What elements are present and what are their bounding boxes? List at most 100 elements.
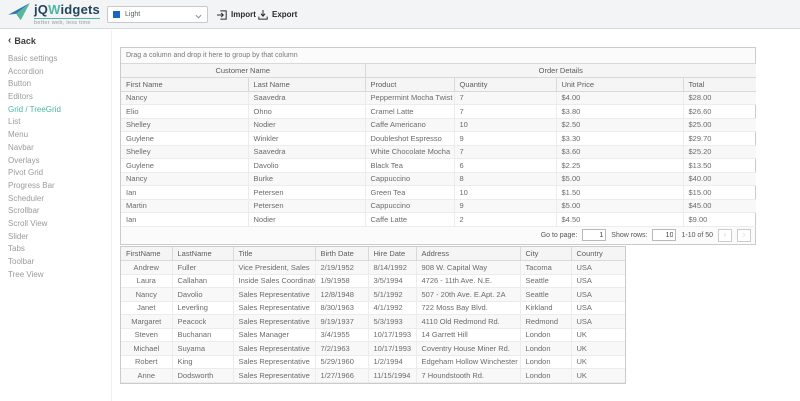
table-row[interactable]: Ian Nodier Caffe Latte 2 $4.50 $9.00 <box>121 213 756 227</box>
column-header[interactable]: Product <box>365 78 454 92</box>
go-to-page-label: Go to page: <box>541 232 578 239</box>
rows-per-page-input[interactable] <box>652 229 676 241</box>
sidebar-item[interactable]: List <box>0 116 111 129</box>
column-header[interactable]: Quantity <box>454 78 556 92</box>
sidebar-item[interactable]: Grid / TreeGrid <box>0 104 111 117</box>
cell-hire-date: 10/17/1993 <box>368 328 416 342</box>
table-row[interactable]: Robert King Sales Representative 5/29/19… <box>121 355 625 369</box>
import-icon <box>217 10 227 20</box>
sidebar-item[interactable]: Scheduler <box>0 193 111 206</box>
prev-page-button[interactable]: ‹ <box>718 229 732 242</box>
cell-title: Sales Representative <box>233 288 315 302</box>
cell-city: London <box>520 369 571 383</box>
cell-address: 14 Garrett Hill <box>416 328 520 342</box>
cell-address: 7 Houndstooth Rd. <box>416 369 520 383</box>
back-link[interactable]: ‹ Back <box>0 30 111 53</box>
sidebar-item[interactable]: Slider <box>0 231 111 244</box>
theme-select-dropdown[interactable]: Light <box>107 6 208 23</box>
table-row[interactable]: Nancy Burke Cappuccino 8 $5.00 $40.00 <box>121 172 756 186</box>
sidebar-item[interactable]: Button <box>0 78 111 91</box>
column-header[interactable]: First Name <box>121 78 248 92</box>
table-row[interactable]: Andrew Fuller Vice President, Sales 2/19… <box>121 261 625 275</box>
sidebar-item[interactable]: Basic settings <box>0 53 111 66</box>
column-header[interactable]: Unit Price <box>556 78 683 92</box>
cell-city: Seattle <box>520 288 571 302</box>
cell-lastname: Fuller <box>172 261 233 275</box>
sidebar-item[interactable]: Accordion <box>0 66 111 79</box>
cell-hire-date: 10/17/1993 <box>368 342 416 356</box>
cell-firstname: Steven <box>121 328 172 342</box>
sidebar-item[interactable]: Overlays <box>0 155 111 168</box>
cell-title: Sales Representative <box>233 315 315 329</box>
cell-total: $26.60 <box>683 105 756 119</box>
cell-total: $29.70 <box>683 132 756 146</box>
table-row[interactable]: Nancy Davolio Sales Representative 12/8/… <box>121 288 625 302</box>
column-header[interactable]: FirstName <box>121 247 172 261</box>
sidebar-item[interactable]: Progress Bar <box>0 180 111 193</box>
cell-country: USA <box>571 315 625 329</box>
column-header[interactable]: Birth Date <box>315 247 368 261</box>
table-row[interactable]: Janet Leverling Sales Representative 8/3… <box>121 301 625 315</box>
cell-quantity: 8 <box>454 172 556 186</box>
cell-address: Coventry House Miner Rd. <box>416 342 520 356</box>
cell-hire-date: 1/2/1994 <box>368 355 416 369</box>
sidebar-item[interactable]: Pivot Grid <box>0 167 111 180</box>
prev-page-icon: ‹ <box>724 230 727 239</box>
cell-first-name: Guylene <box>121 159 248 173</box>
next-page-button[interactable]: › <box>737 229 751 242</box>
orders-grid: Drag a column and drop it here to group … <box>120 47 756 245</box>
table-row[interactable]: Guylene Winkler Doubleshot Espresso 9 $3… <box>121 132 756 146</box>
cell-quantity: 7 <box>454 145 556 159</box>
orders-table: Customer Name Order Details First NameLa… <box>121 64 756 227</box>
logo-tagline: better web, less time <box>34 18 100 26</box>
cell-lastname: Suyama <box>172 342 233 356</box>
table-row[interactable]: Guylene Davolio Black Tea 6 $2.25 $13.50 <box>121 159 756 173</box>
column-header[interactable]: City <box>520 247 571 261</box>
table-row[interactable]: Steven Buchanan Sales Manager 3/4/1955 1… <box>121 328 625 342</box>
column-header[interactable]: Hire Date <box>368 247 416 261</box>
sidebar-item[interactable]: Scrollbar <box>0 205 111 218</box>
column-header[interactable]: Address <box>416 247 520 261</box>
sidebar-item[interactable]: Tabs <box>0 243 111 256</box>
page-number-input[interactable] <box>582 229 606 241</box>
table-row[interactable]: Elio Ohno Cramel Latte 7 $3.80 $26.60 <box>121 105 756 119</box>
table-row[interactable]: Shelley Nodier Caffe Americano 10 $2.50 … <box>121 118 756 132</box>
cell-lastname: Buchanan <box>172 328 233 342</box>
group-by-drop-zone[interactable]: Drag a column and drop it here to group … <box>121 48 755 64</box>
sidebar-item[interactable]: Toolbar <box>0 256 111 269</box>
table-row[interactable]: Margaret Peacock Sales Representative 9/… <box>121 315 625 329</box>
cell-last-name: Winkler <box>248 132 365 146</box>
cell-unit-price: $5.00 <box>556 172 683 186</box>
cell-firstname: Laura <box>121 274 172 288</box>
sidebar-item[interactable]: Menu <box>0 129 111 142</box>
table-row[interactable]: Michael Suyama Sales Representative 7/2/… <box>121 342 625 356</box>
column-header[interactable]: Country <box>571 247 625 261</box>
column-header[interactable]: Last Name <box>248 78 365 92</box>
cell-unit-price: $1.50 <box>556 186 683 200</box>
sidebar-item[interactable]: Editors <box>0 91 111 104</box>
cell-title: Inside Sales Coordinator <box>233 274 315 288</box>
cell-lastname: Callahan <box>172 274 233 288</box>
employees-header-row: FirstNameLastNameTitleBirth DateHire Dat… <box>121 247 625 261</box>
cell-city: London <box>520 355 571 369</box>
cell-last-name: Nodier <box>248 213 365 227</box>
column-header[interactable]: LastName <box>172 247 233 261</box>
import-button[interactable]: Import <box>217 6 256 23</box>
table-row[interactable]: Martin Petersen Cappuccino 9 $5.00 $45.0… <box>121 199 756 213</box>
table-row[interactable]: Ian Petersen Green Tea 10 $1.50 $15.00 <box>121 186 756 200</box>
table-row[interactable]: Anne Dodsworth Sales Representative 1/27… <box>121 369 625 383</box>
export-button[interactable]: Export <box>258 6 297 23</box>
table-row[interactable]: Nancy Saavedra Peppermint Mocha Twist 7 … <box>121 91 756 105</box>
sidebar-item[interactable]: Scroll View <box>0 218 111 231</box>
cell-last-name: Petersen <box>248 199 365 213</box>
cell-unit-price: $4.50 <box>556 213 683 227</box>
cell-first-name: Martin <box>121 199 248 213</box>
table-row[interactable]: Laura Callahan Inside Sales Coordinator … <box>121 274 625 288</box>
sidebar-item[interactable]: Navbar <box>0 142 111 155</box>
sidebar-item[interactable]: Tree View <box>0 269 111 282</box>
cell-birth-date: 3/4/1955 <box>315 328 368 342</box>
cell-total: $45.00 <box>683 199 756 213</box>
column-header[interactable]: Title <box>233 247 315 261</box>
column-header[interactable]: Total <box>683 78 756 92</box>
table-row[interactable]: Shelley Saavedra White Chocolate Mocha 7… <box>121 145 756 159</box>
